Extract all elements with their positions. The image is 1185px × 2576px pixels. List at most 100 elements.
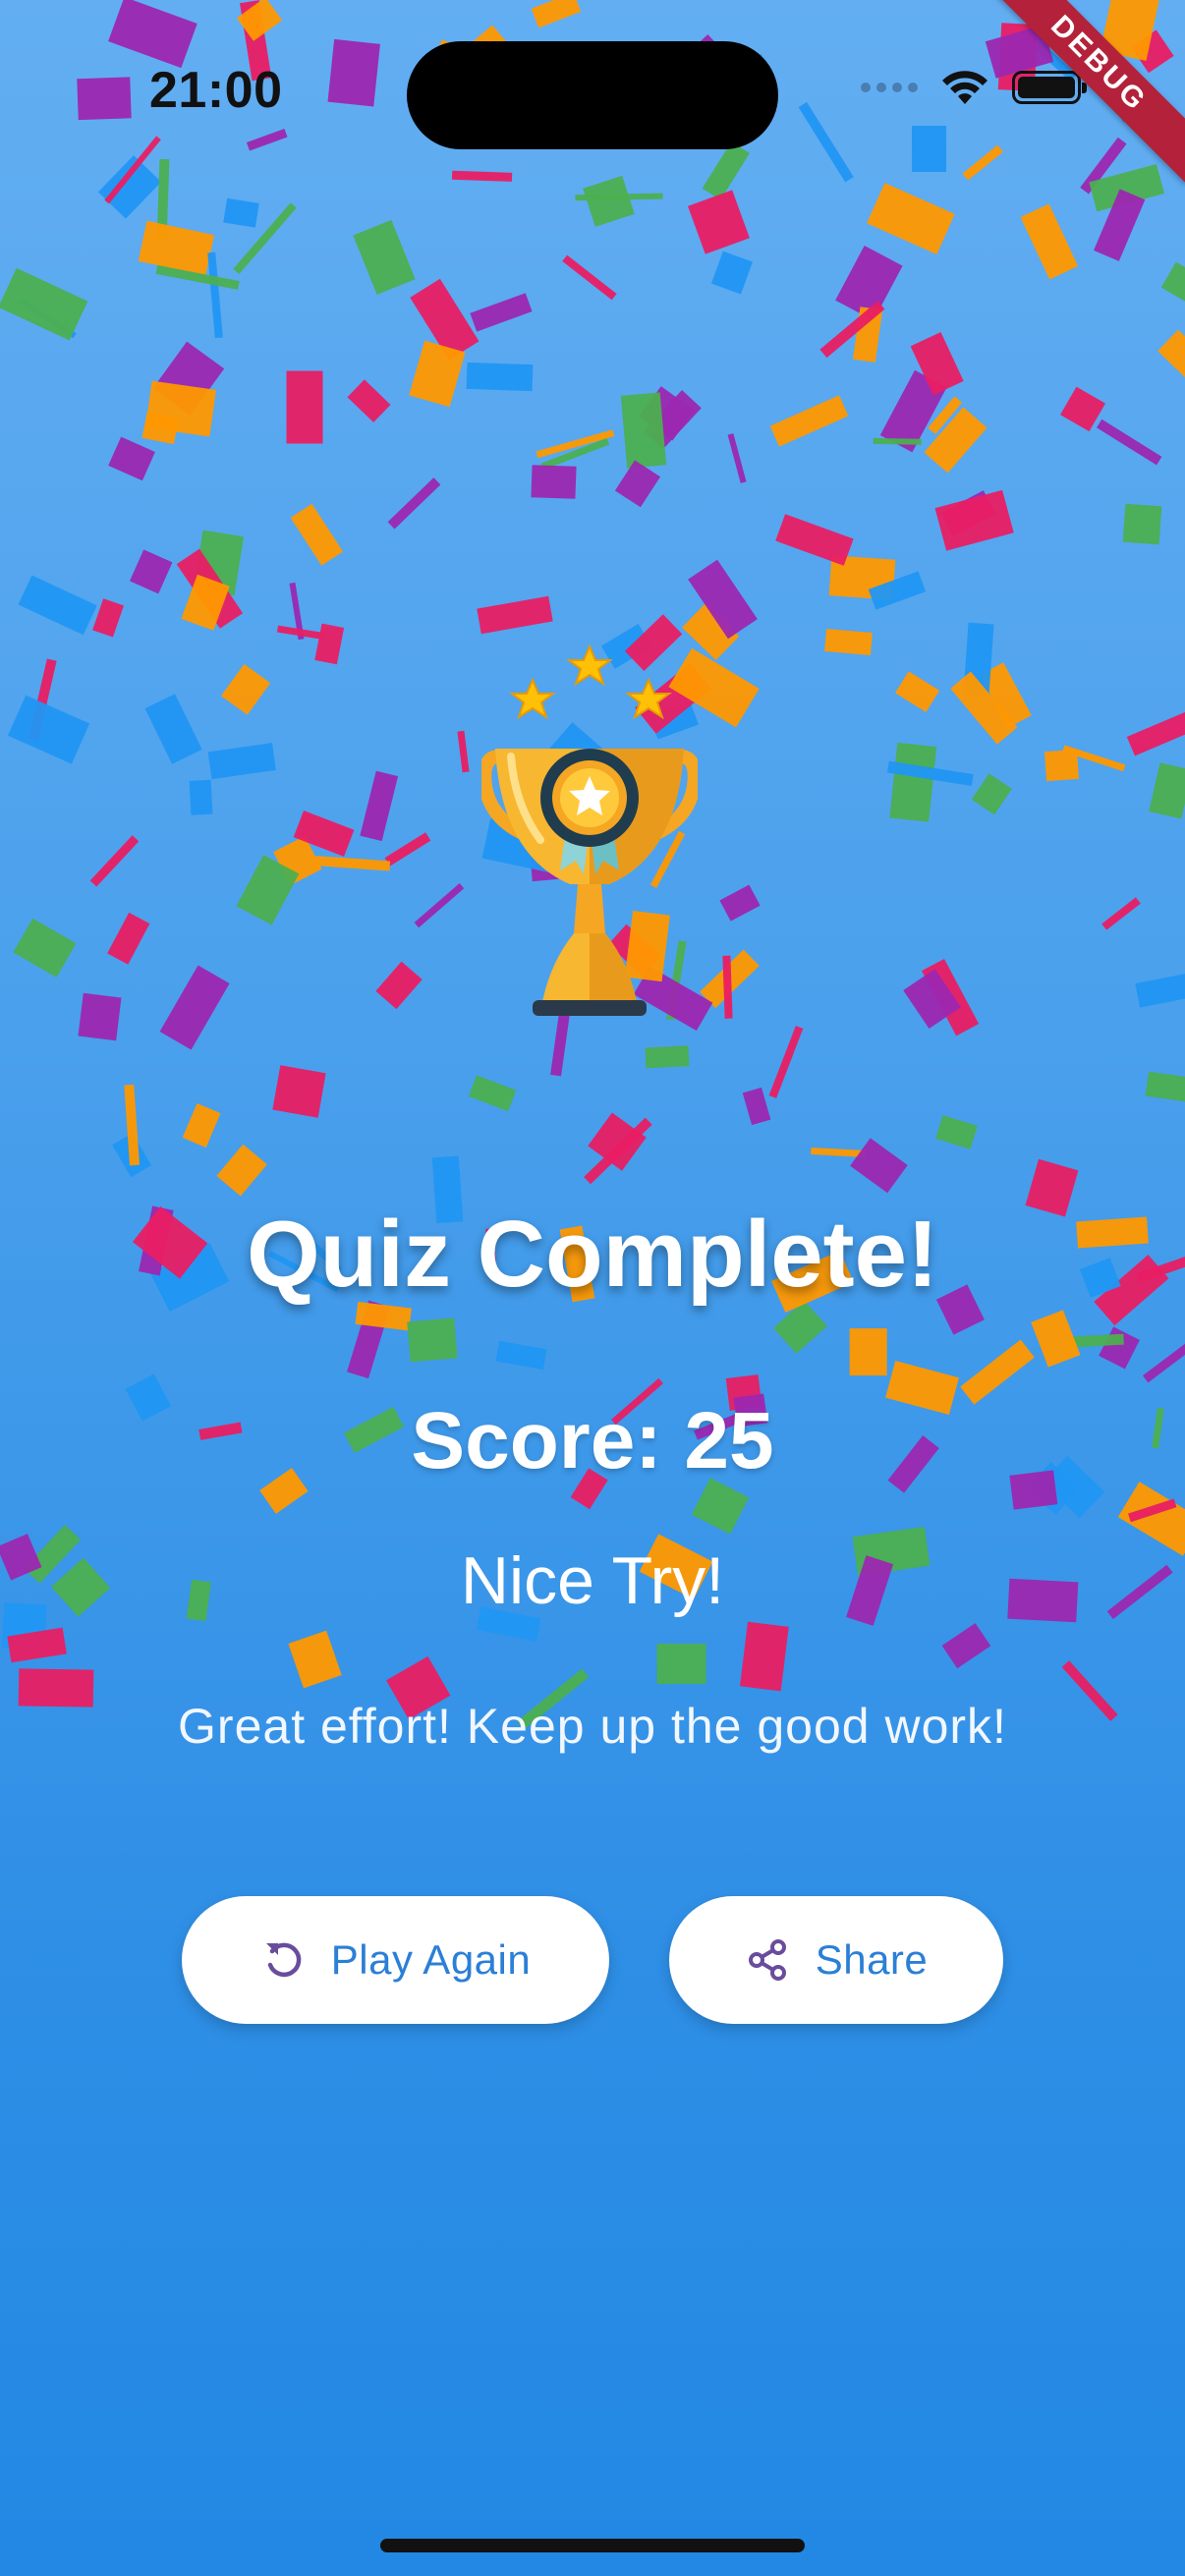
confetti-piece: [971, 773, 1013, 815]
confetti-piece: [950, 671, 1018, 745]
replay-icon: [260, 1937, 306, 1983]
confetti-piece: [575, 193, 663, 200]
confetti-piece: [144, 694, 202, 764]
confetti-piece: [276, 625, 324, 640]
confetti-piece: [0, 267, 87, 341]
confetti-piece: [384, 832, 431, 867]
confetti-piece: [374, 962, 422, 1010]
battery-icon: [1012, 71, 1087, 104]
confetti-piece: [561, 254, 617, 301]
confetti-piece: [940, 489, 997, 536]
confetti-piece: [1145, 1071, 1185, 1107]
confetti-piece: [181, 574, 229, 631]
confetti-piece: [7, 1627, 68, 1663]
confetti-piece: [1080, 137, 1127, 195]
confetti-piece: [98, 155, 162, 219]
confetti-piece: [286, 370, 323, 444]
confetti-piece: [1097, 419, 1162, 465]
result-title: Quiz Complete!: [246, 1202, 938, 1307]
encouragement-message: Great effort! Keep up the good work!: [178, 1699, 1007, 1754]
confetti-piece: [941, 1623, 992, 1670]
confetti-piece: [645, 1045, 690, 1069]
confetti-piece: [1149, 762, 1185, 819]
confetti-piece: [742, 1087, 771, 1125]
confetti-piece: [657, 1644, 706, 1685]
confetti-piece: [887, 761, 974, 787]
confetti-piece: [327, 39, 380, 107]
confetti-piece: [129, 549, 172, 594]
confetti-piece: [584, 1118, 652, 1185]
confetti-piece: [315, 855, 391, 870]
confetti-piece: [532, 0, 582, 28]
confetti-piece: [236, 854, 300, 925]
play-again-label: Play Again: [330, 1936, 532, 1983]
confetti-piece: [151, 341, 224, 417]
confetti-piece: [220, 664, 271, 715]
confetti-piece: [288, 1631, 343, 1689]
confetti-piece: [902, 969, 961, 1030]
confetti-piece: [541, 438, 610, 471]
confetti-piece: [466, 362, 533, 392]
confetti-piece: [880, 369, 947, 453]
confetti-piece: [889, 743, 937, 822]
confetti-piece: [834, 245, 903, 321]
confetti-piece: [531, 465, 578, 500]
confetti-piece: [850, 1138, 909, 1194]
confetti-piece: [1089, 164, 1164, 212]
confetti-piece: [360, 770, 399, 841]
confetti-piece: [247, 129, 288, 151]
confetti-piece: [583, 176, 635, 228]
confetti-piece: [829, 554, 896, 600]
confetti-piece: [78, 992, 122, 1040]
confetti-piece: [700, 950, 760, 1009]
confetti-piece: [138, 219, 215, 276]
confetti-piece: [1128, 1498, 1177, 1523]
confetti-piece: [810, 1148, 867, 1158]
confetti-piece: [177, 548, 244, 629]
confetti-piece: [873, 437, 922, 445]
confetti-piece: [469, 1075, 517, 1112]
confetti-piece: [727, 433, 747, 484]
confetti-piece: [853, 307, 883, 364]
confetti-piece: [89, 835, 140, 887]
trophy-icon: [481, 644, 698, 1016]
confetti-piece: [1059, 387, 1106, 432]
confetti-piece: [980, 662, 1032, 729]
confetti-piece: [207, 252, 223, 338]
confetti-piece: [407, 1317, 458, 1363]
confetti-piece: [962, 144, 1003, 181]
confetti-piece: [962, 622, 993, 699]
confetti-piece: [233, 202, 297, 274]
confetti-piece: [1126, 708, 1185, 756]
verdict-text: Nice Try!: [460, 1543, 725, 1618]
confetti-piece: [1101, 897, 1142, 931]
confetti-piece: [409, 340, 466, 408]
share-label: Share: [815, 1936, 929, 1983]
play-again-button[interactable]: Play Again: [182, 1896, 609, 2024]
confetti-piece: [457, 730, 470, 773]
confetti-piece: [236, 0, 282, 41]
confetti-piece: [739, 1621, 789, 1692]
share-button[interactable]: Share: [669, 1896, 1003, 2024]
status-icons: [861, 69, 1087, 106]
confetti-piece: [867, 183, 955, 254]
confetti-piece: [290, 503, 343, 566]
confetti-piece: [934, 489, 1014, 551]
confetti-piece: [849, 1327, 888, 1375]
confetti-piece: [768, 1025, 804, 1098]
confetti-piece: [702, 141, 750, 200]
confetti-piece: [935, 1115, 979, 1150]
confetti-piece: [194, 530, 245, 596]
confetti-piece: [774, 514, 854, 566]
confetti-piece: [643, 390, 702, 450]
confetti-piece: [387, 477, 441, 530]
confetti-piece: [207, 743, 276, 779]
confetti-piece: [28, 658, 57, 741]
confetti-piece: [92, 598, 125, 638]
confetti-piece: [272, 835, 321, 885]
confetti-piece: [1099, 1326, 1141, 1370]
confetti-piece: [924, 407, 988, 474]
confetti-piece: [1031, 1310, 1081, 1368]
confetti-piece: [271, 1064, 326, 1118]
confetti-piece: [13, 918, 78, 978]
